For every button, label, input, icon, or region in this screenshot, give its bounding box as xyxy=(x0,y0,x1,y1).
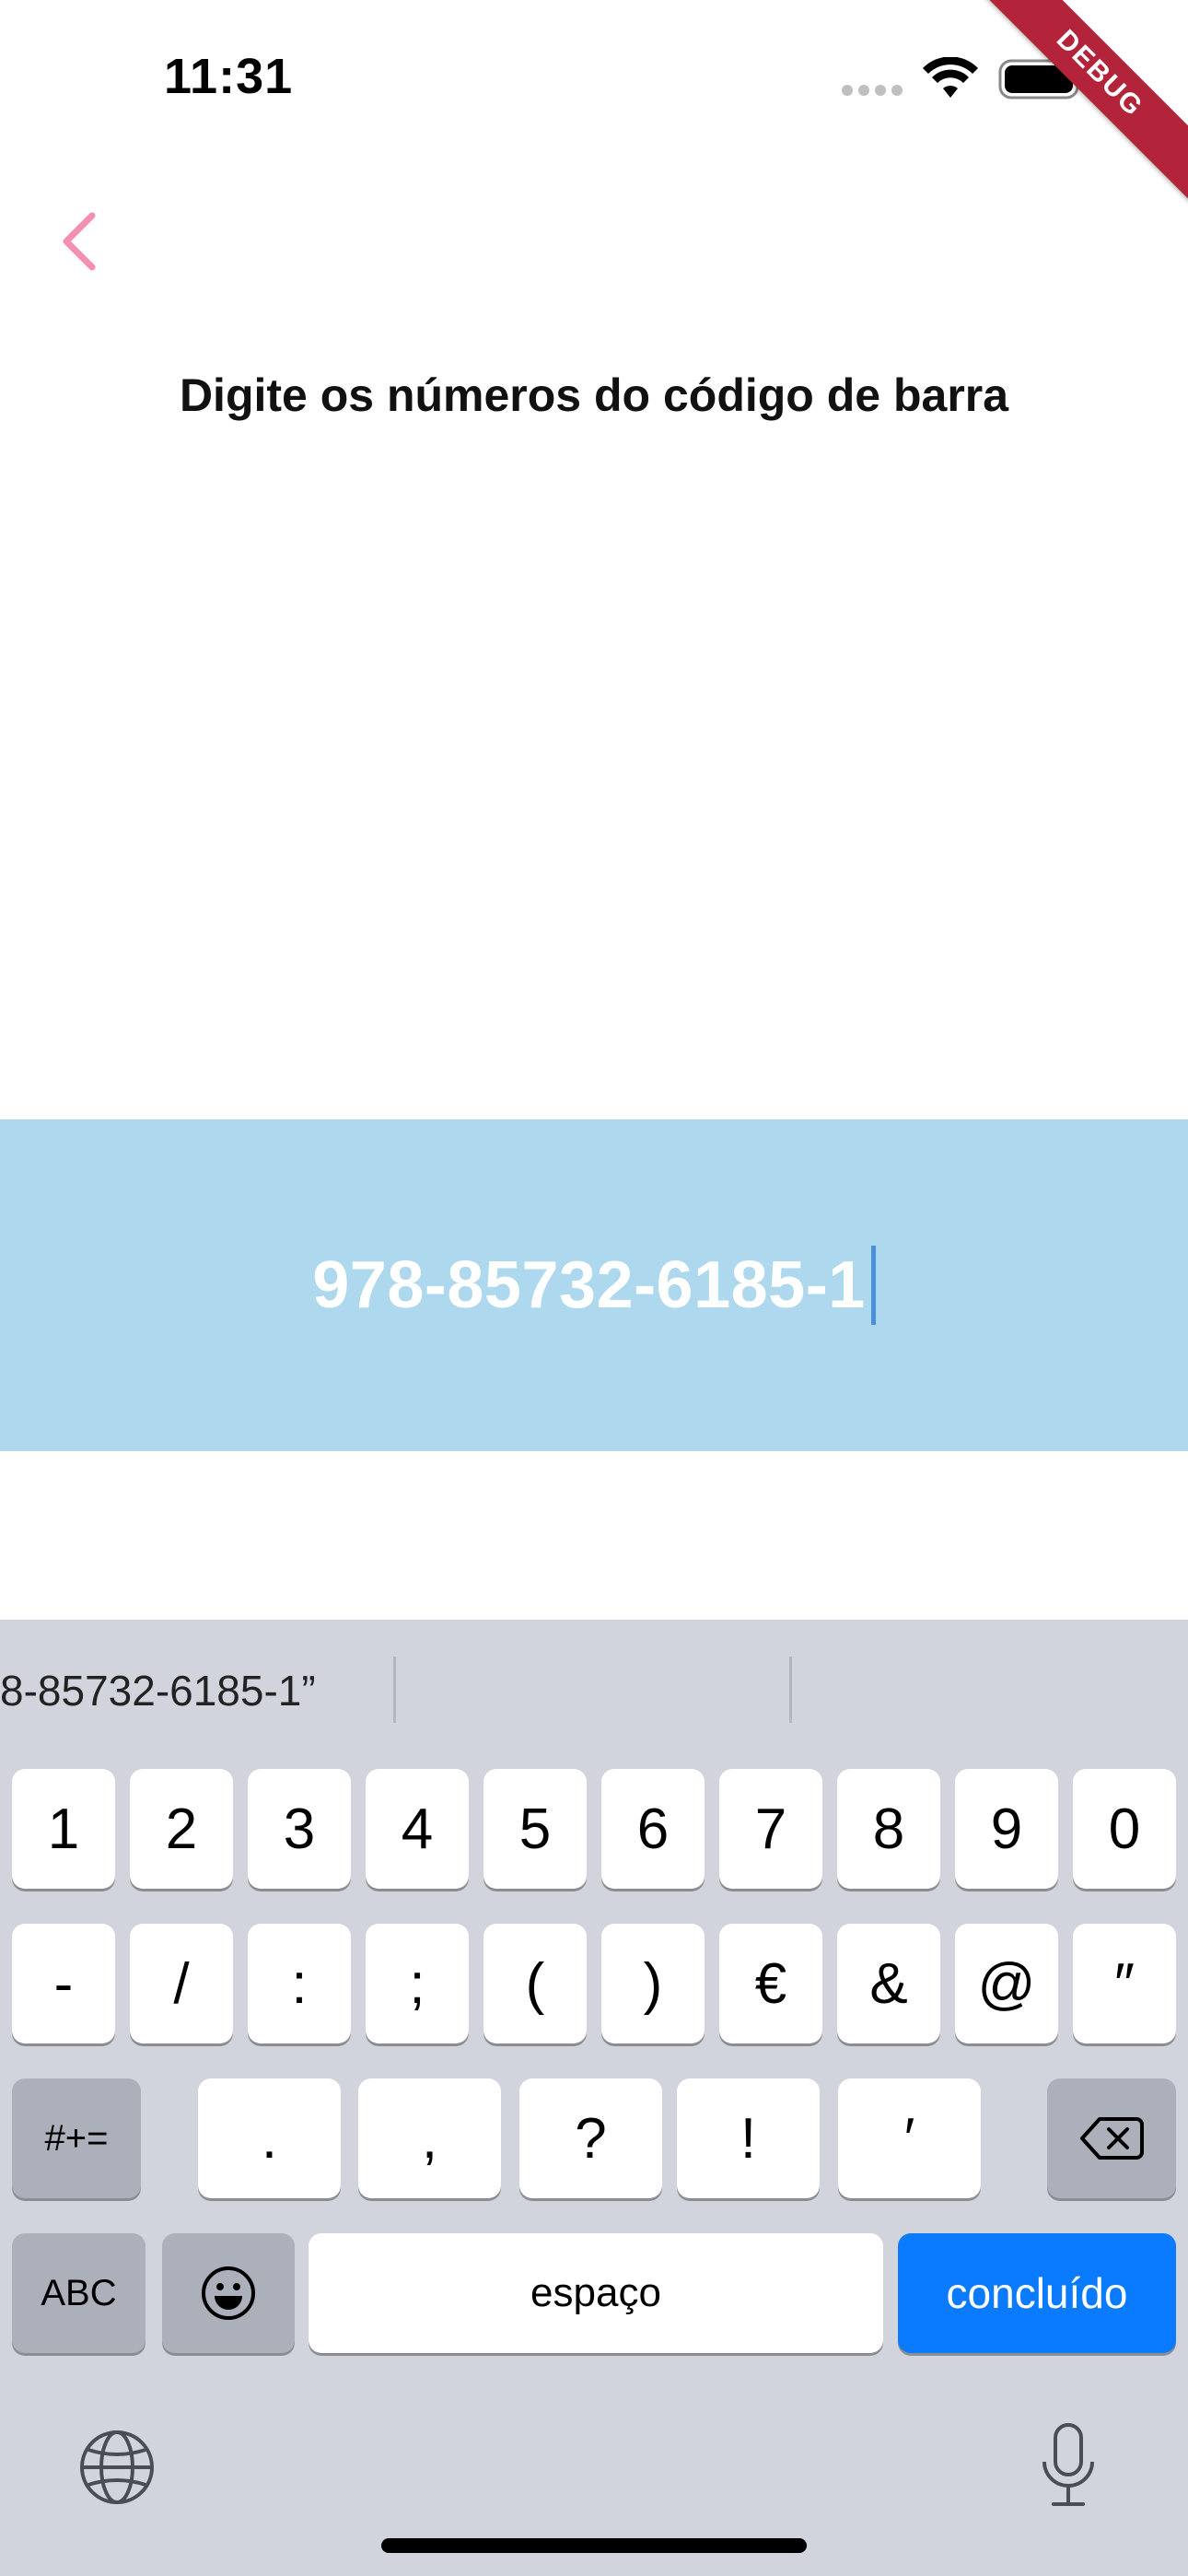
key-at[interactable]: @ xyxy=(955,1924,1058,2043)
backspace-icon xyxy=(1080,2117,1144,2160)
key-semicolon[interactable]: ; xyxy=(366,1924,469,2043)
wifi-icon xyxy=(923,57,978,98)
key-5[interactable]: 5 xyxy=(483,1769,587,1889)
backspace-key[interactable] xyxy=(1047,2078,1176,2198)
key-double-quote[interactable]: ″ xyxy=(1073,1924,1176,2043)
key-ampersand[interactable]: & xyxy=(837,1924,940,2043)
key-9[interactable]: 9 xyxy=(955,1769,1058,1889)
key-exclamation[interactable]: ! xyxy=(677,2078,820,2198)
key-hyphen[interactable]: - xyxy=(12,1924,115,2043)
key-apostrophe[interactable]: ′ xyxy=(838,2078,981,2198)
globe-icon[interactable] xyxy=(77,2428,157,2507)
key-1[interactable]: 1 xyxy=(12,1769,115,1889)
back-button[interactable] xyxy=(52,205,107,278)
key-6[interactable]: 6 xyxy=(601,1769,705,1889)
debug-banner: DEBUG xyxy=(957,0,1188,217)
emoji-key[interactable] xyxy=(162,2233,295,2353)
suggestion-item[interactable]: 8-85732-6185-1” xyxy=(0,1666,316,1715)
text-caret xyxy=(870,1246,876,1325)
key-7[interactable]: 7 xyxy=(719,1769,822,1889)
barcode-input-value: 978-85732-6185-1 xyxy=(312,1248,866,1322)
key-2[interactable]: 2 xyxy=(130,1769,233,1889)
key-period[interactable]: . xyxy=(198,2078,341,2198)
key-question[interactable]: ? xyxy=(519,2078,662,2198)
suggestion-divider xyxy=(393,1657,396,1723)
key-open-paren[interactable]: ( xyxy=(483,1924,587,2043)
key-colon[interactable]: : xyxy=(248,1924,351,2043)
key-abc[interactable]: ABC xyxy=(12,2233,146,2353)
key-close-paren[interactable]: ) xyxy=(601,1924,705,2043)
cellular-signal-icon xyxy=(842,85,903,96)
emoji-icon xyxy=(202,2266,255,2320)
microphone-icon[interactable] xyxy=(1037,2421,1100,2512)
key-comma[interactable]: , xyxy=(358,2078,501,2198)
key-8[interactable]: 8 xyxy=(837,1769,940,1889)
status-time: 11:31 xyxy=(164,49,294,104)
key-0[interactable]: 0 xyxy=(1073,1769,1176,1889)
space-key[interactable]: espaço xyxy=(309,2233,883,2353)
suggestion-divider xyxy=(789,1657,792,1723)
chevron-left-icon xyxy=(63,212,96,271)
home-indicator xyxy=(381,2538,807,2553)
key-4[interactable]: 4 xyxy=(366,1769,469,1889)
key-symbols-switch[interactable]: #+= xyxy=(12,2078,141,2198)
done-key[interactable]: concluído xyxy=(898,2233,1176,2353)
barcode-input-field[interactable]: 978-85732-6185-1 xyxy=(0,1119,1188,1451)
key-euro[interactable]: € xyxy=(719,1924,822,2043)
page-title: Digite os números do código de barra xyxy=(179,369,1009,421)
key-3[interactable]: 3 xyxy=(248,1769,351,1889)
suggestion-bar: 8-85732-6185-1” xyxy=(0,1620,1188,1758)
key-slash[interactable]: / xyxy=(130,1924,233,2043)
